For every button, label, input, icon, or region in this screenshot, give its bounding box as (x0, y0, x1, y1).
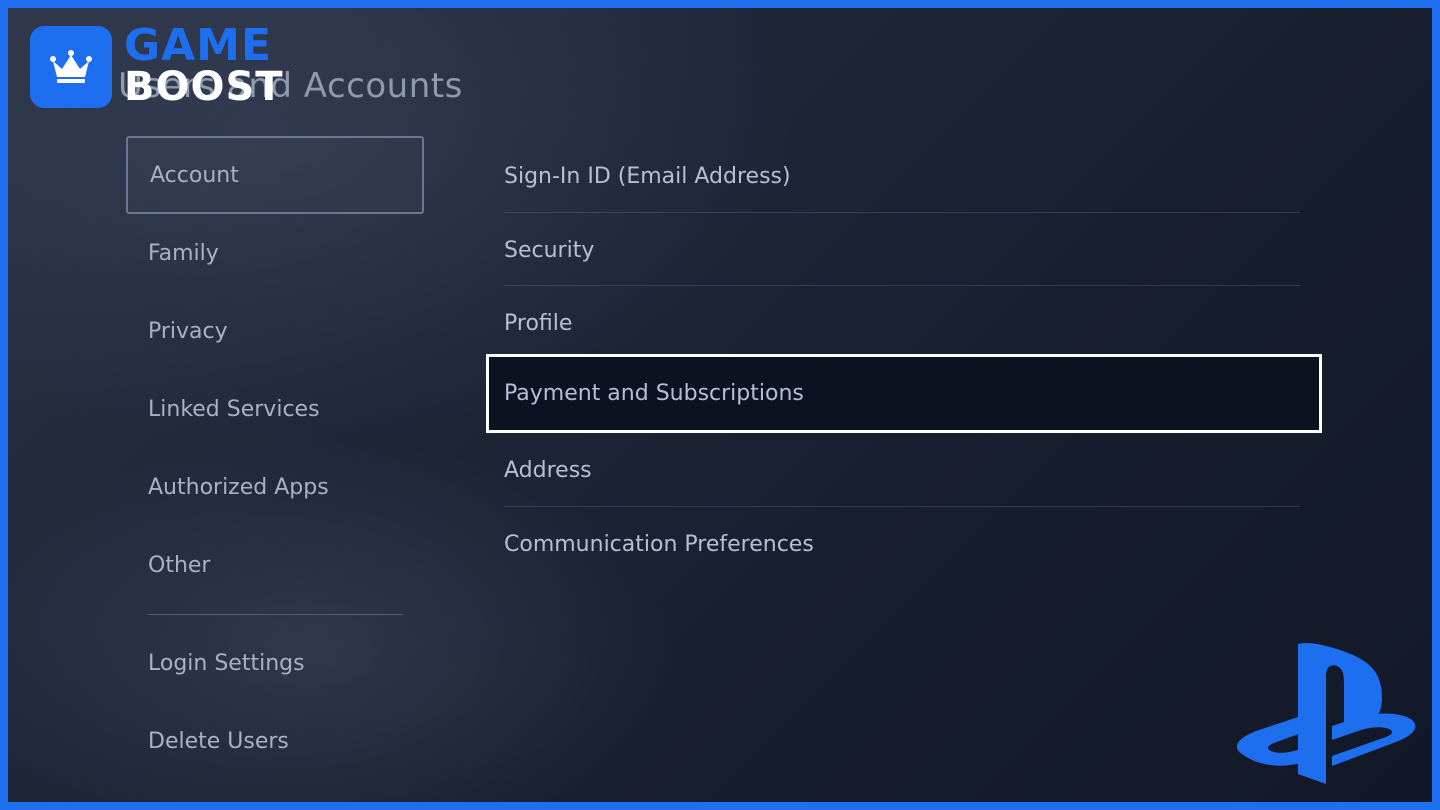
playstation-logo-icon (1236, 642, 1416, 784)
list-item-communication-preferences[interactable]: Communication Preferences (486, 507, 1322, 581)
list-item-sign-in-id[interactable]: Sign-In ID (Email Address) (486, 139, 1322, 213)
list-item-security[interactable]: Security (486, 213, 1322, 287)
sidebar-item-account[interactable]: Account (126, 136, 424, 214)
gameboost-word-boost: BOOST (124, 64, 284, 110)
crown-icon (50, 50, 92, 83)
gameboost-badge (30, 26, 112, 108)
sidebar-item-other[interactable]: Other (126, 526, 424, 604)
settings-screen: Users and Accounts Account Family Privac… (0, 0, 1440, 810)
sidebar-item-linked-services[interactable]: Linked Services (126, 370, 424, 448)
sidebar-item-family[interactable]: Family (126, 214, 424, 292)
gameboost-logo: GAME BOOST (30, 20, 320, 110)
list-item-payment-subscriptions[interactable]: Payment and Subscriptions (486, 354, 1322, 433)
sidebar-divider (148, 614, 403, 615)
list-item-address[interactable]: Address (486, 433, 1322, 507)
list-item-profile[interactable]: Profile (486, 286, 1322, 360)
sidebar-item-privacy[interactable]: Privacy (126, 292, 424, 370)
sidebar-item-login-settings[interactable]: Login Settings (126, 624, 424, 702)
sidebar-item-delete-users[interactable]: Delete Users (126, 702, 424, 780)
sidebar-item-authorized-apps[interactable]: Authorized Apps (126, 448, 424, 526)
